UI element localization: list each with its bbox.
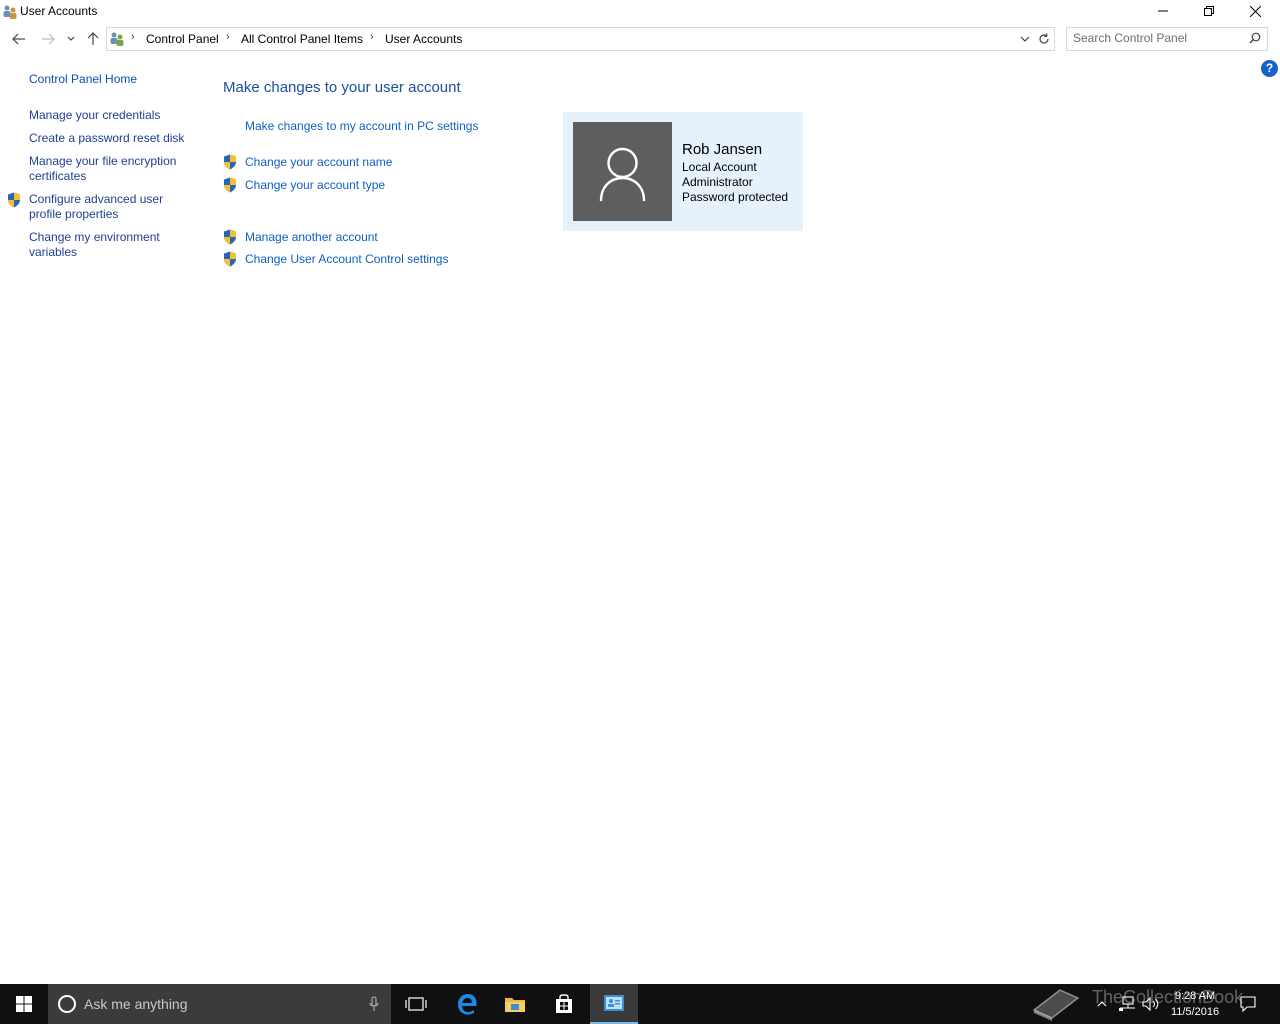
speaker-icon <box>1142 997 1159 1011</box>
start-button[interactable] <box>0 984 48 1024</box>
window-title: User Accounts <box>20 4 98 18</box>
uac-shield-icon <box>8 192 20 208</box>
minimize-icon <box>1158 10 1168 12</box>
configure-profile-properties-link[interactable]: Configure advanced user profile properti… <box>29 192 189 222</box>
search-input[interactable] <box>1073 30 1243 46</box>
password-status-label: Password protected <box>682 190 789 204</box>
help-button[interactable]: ? <box>1261 60 1278 77</box>
uac-shield-icon <box>224 154 236 170</box>
refresh-button[interactable] <box>1034 27 1055 51</box>
control-panel-icon <box>604 995 624 1011</box>
breadcrumb-separator-icon[interactable]: › <box>226 31 230 43</box>
breadcrumb-all-items[interactable]: All Control Panel Items <box>241 32 363 46</box>
cortana-search-box[interactable]: Ask me anything <box>48 984 391 1024</box>
back-arrow-icon <box>12 33 25 45</box>
page-heading: Make changes to your user account <box>223 79 461 96</box>
navigation-bar: › Control Panel › All Control Panel Item… <box>0 27 1280 51</box>
title-bar: User Accounts <box>0 0 1280 24</box>
search-icon[interactable] <box>1249 32 1261 44</box>
breadcrumb-control-panel[interactable]: Control Panel <box>146 32 219 46</box>
chevron-down-icon <box>67 36 75 41</box>
close-icon <box>1249 5 1261 17</box>
manage-another-account-link[interactable]: Manage another account <box>245 230 378 244</box>
task-view-button[interactable] <box>392 984 440 1024</box>
address-bar[interactable]: › Control Panel › All Control Panel Item… <box>106 27 1036 51</box>
user-name: Rob Jansen <box>682 141 763 158</box>
user-account-tile: Rob Jansen Local Account Administrator P… <box>563 112 803 231</box>
link-text: profile properties <box>29 207 119 221</box>
address-history-button[interactable] <box>1017 30 1033 48</box>
restore-button[interactable] <box>1186 0 1232 22</box>
manage-file-encryption-link[interactable]: Manage your file encryption certificates <box>29 154 189 184</box>
control-panel-home-link[interactable]: Control Panel Home <box>29 72 189 87</box>
clock-date: 11/5/2016 <box>1170 1006 1220 1018</box>
system-clock[interactable]: 9:28 AM 11/5/2016 <box>1163 988 1227 1020</box>
volume-button[interactable] <box>1140 984 1162 1024</box>
edge-icon <box>458 994 477 1015</box>
show-hidden-icons-button[interactable] <box>1094 984 1110 1024</box>
store-button[interactable] <box>540 984 588 1024</box>
task-view-icon <box>405 997 427 1011</box>
cortana-placeholder: Ask me anything <box>84 996 188 1012</box>
book-logo-icon <box>1032 989 1080 1021</box>
store-icon <box>556 994 572 1013</box>
recent-locations-button[interactable] <box>61 27 81 51</box>
forward-arrow-icon <box>42 33 55 45</box>
manage-credentials-link[interactable]: Manage your credentials <box>29 108 189 123</box>
change-uac-settings-link[interactable]: Change User Account Control settings <box>245 252 448 266</box>
microphone-icon[interactable] <box>369 996 379 1012</box>
change-environment-variables-link[interactable]: Change my environment variables <box>29 230 189 260</box>
action-center-button[interactable] <box>1236 984 1260 1024</box>
link-text: Manage your file encryption <box>29 154 177 168</box>
windows-logo-icon <box>16 996 32 1012</box>
uac-shield-icon <box>224 177 236 193</box>
chevron-down-icon <box>1020 36 1030 42</box>
uac-shield-icon <box>224 229 236 245</box>
back-button[interactable] <box>8 27 30 51</box>
change-account-name-link[interactable]: Change your account name <box>245 155 392 169</box>
link-text: Configure advanced user <box>29 192 164 206</box>
up-arrow-icon <box>87 32 99 45</box>
close-button[interactable] <box>1232 0 1278 22</box>
user-silhouette-icon <box>599 147 646 202</box>
link-text: certificates <box>29 169 87 183</box>
control-panel-taskbar-button[interactable] <box>590 984 638 1024</box>
breadcrumb-separator-icon[interactable]: › <box>131 31 135 43</box>
link-text: Manage your credentials <box>29 108 161 122</box>
cortana-icon <box>58 995 76 1013</box>
account-type-label: Local Account <box>682 160 757 174</box>
minimize-button[interactable] <box>1140 0 1186 22</box>
link-text: Change my environment <box>29 230 160 244</box>
restore-icon <box>1204 6 1214 16</box>
account-role-label: Administrator <box>682 175 753 189</box>
link-text: variables <box>29 245 78 259</box>
notification-icon <box>1240 996 1256 1012</box>
link-text: Create a password reset disk <box>29 131 185 145</box>
breadcrumb-user-accounts[interactable]: User Accounts <box>385 32 462 46</box>
folder-icon <box>505 998 525 1012</box>
user-accounts-icon <box>3 5 17 19</box>
avatar <box>573 122 672 221</box>
control-panel-icon <box>110 32 124 46</box>
forward-button[interactable] <box>37 27 59 51</box>
chevron-up-icon <box>1097 1001 1107 1007</box>
breadcrumb-separator-icon[interactable]: › <box>370 31 374 43</box>
change-account-type-link[interactable]: Change your account type <box>245 178 385 192</box>
up-button[interactable] <box>82 27 104 51</box>
search-box[interactable] <box>1066 27 1268 51</box>
pc-settings-link[interactable]: Make changes to my account in PC setting… <box>245 119 478 133</box>
taskbar: Ask me anything TheCollectionBook 9:28 A… <box>0 984 1280 1024</box>
network-icon <box>1119 996 1135 1011</box>
edge-browser-button[interactable] <box>443 984 491 1024</box>
file-explorer-button[interactable] <box>491 984 539 1024</box>
clock-time: 9:28 AM <box>1174 990 1216 1002</box>
create-password-reset-disk-link[interactable]: Create a password reset disk <box>29 131 189 146</box>
refresh-icon <box>1039 33 1049 44</box>
uac-shield-icon <box>224 251 236 267</box>
network-button[interactable] <box>1116 984 1138 1024</box>
